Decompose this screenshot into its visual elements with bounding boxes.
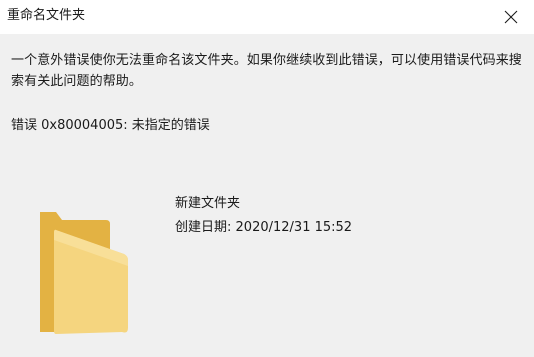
error-code-text: 错误 0x80004005: 未指定的错误	[11, 118, 210, 133]
created-date-label: 创建日期:	[175, 220, 232, 235]
folder-created-date: 创建日期: 2020/12/31 15:52	[175, 219, 352, 237]
error-message: 一个意外错误使你无法重命名该文件夹。如果你继续收到此错误，可以使用错误代码来搜索…	[11, 53, 522, 89]
created-date-value: 2020/12/31 15:52	[235, 220, 353, 235]
close-icon	[504, 10, 518, 24]
title-bar[interactable]: 重命名文件夹	[0, 0, 534, 34]
rename-error-dialog: 重命名文件夹 一个意外错误使你无法重命名该文件夹。如果你继续收到此错误，可以使用…	[0, 0, 534, 357]
window-title: 重命名文件夹	[7, 8, 86, 23]
close-button[interactable]	[488, 0, 534, 34]
folder-icon	[40, 212, 128, 334]
folder-name: 新建文件夹	[175, 196, 241, 211]
